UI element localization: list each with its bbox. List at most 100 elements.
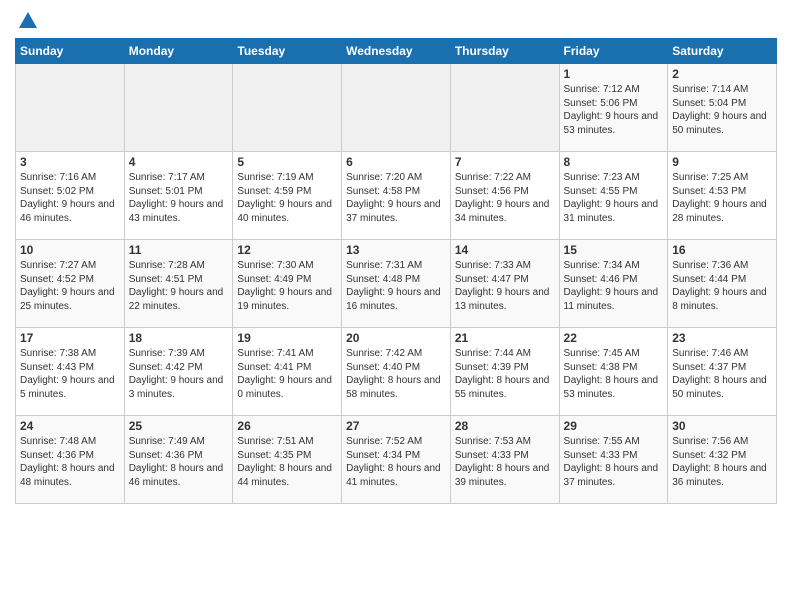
calendar-cell: 25Sunrise: 7:49 AM Sunset: 4:36 PM Dayli… bbox=[124, 416, 233, 504]
page: SundayMondayTuesdayWednesdayThursdayFrid… bbox=[0, 0, 792, 612]
calendar: SundayMondayTuesdayWednesdayThursdayFrid… bbox=[15, 38, 777, 504]
calendar-cell: 4Sunrise: 7:17 AM Sunset: 5:01 PM Daylig… bbox=[124, 152, 233, 240]
day-number: 2 bbox=[672, 67, 772, 81]
logo-icon bbox=[17, 10, 39, 32]
day-info: Sunrise: 7:36 AM Sunset: 4:44 PM Dayligh… bbox=[672, 259, 772, 313]
day-number: 13 bbox=[346, 243, 446, 257]
day-number: 30 bbox=[672, 419, 772, 433]
day-info: Sunrise: 7:56 AM Sunset: 4:32 PM Dayligh… bbox=[672, 435, 772, 489]
day-number: 23 bbox=[672, 331, 772, 345]
day-info: Sunrise: 7:14 AM Sunset: 5:04 PM Dayligh… bbox=[672, 83, 772, 137]
calendar-cell: 1 Sunrise: 7:12 AM Sunset: 5:06 PM Daylig… bbox=[559, 64, 668, 152]
day-info: Sunrise: 7:19 AM Sunset: 4:59 PM Dayligh… bbox=[237, 171, 337, 225]
day-number: 1 bbox=[564, 67, 664, 81]
calendar-cell: 14 Sunrise: 7:33 AM Sunset: 4:47 PM Dayli… bbox=[450, 240, 559, 328]
calendar-cell: 22 Sunrise: 7:45 AM Sunset: 4:38 PM Dayli… bbox=[559, 328, 668, 416]
calendar-cell bbox=[233, 64, 342, 152]
day-info: Sunrise: 7:30 AM Sunset: 4:49 PM Dayligh… bbox=[237, 259, 337, 313]
calendar-cell: 3 Sunrise: 7:16 AM Sunset: 5:02 PM Daylig… bbox=[16, 152, 125, 240]
day-number: 24 bbox=[20, 419, 120, 433]
day-info: Sunrise: 7:33 AM Sunset: 4:47 PM Dayligh… bbox=[455, 259, 555, 313]
logo bbox=[15, 10, 39, 32]
day-info: Sunrise: 7:12 AM Sunset: 5:06 PM Dayligh… bbox=[564, 83, 664, 137]
day-info: Sunrise: 7:45 AM Sunset: 4:38 PM Dayligh… bbox=[564, 347, 664, 401]
calendar-cell: 30 Sunrise: 7:56 AM Sunset: 4:32 PM Dayli… bbox=[668, 416, 777, 504]
day-number: 22 bbox=[564, 331, 664, 345]
weekday-header: Thursday bbox=[450, 39, 559, 64]
calendar-body: 1 Sunrise: 7:12 AM Sunset: 5:06 PM Daylig… bbox=[16, 64, 777, 504]
day-number: 19 bbox=[237, 331, 337, 345]
calendar-cell: 29 Sunrise: 7:55 AM Sunset: 4:33 PM Dayli… bbox=[559, 416, 668, 504]
calendar-week-row: 10 Sunrise: 7:27 AM Sunset: 4:52 PM Dayli… bbox=[16, 240, 777, 328]
day-info: Sunrise: 7:34 AM Sunset: 4:46 PM Dayligh… bbox=[564, 259, 664, 313]
day-number: 28 bbox=[455, 419, 555, 433]
day-info: Sunrise: 7:55 AM Sunset: 4:33 PM Dayligh… bbox=[564, 435, 664, 489]
day-info: Sunrise: 7:31 AM Sunset: 4:48 PM Dayligh… bbox=[346, 259, 446, 313]
calendar-cell: 5 Sunrise: 7:19 AM Sunset: 4:59 PM Daylig… bbox=[233, 152, 342, 240]
day-info: Sunrise: 7:20 AM Sunset: 4:58 PM Dayligh… bbox=[346, 171, 446, 225]
day-number: 10 bbox=[20, 243, 120, 257]
day-info: Sunrise: 7:52 AM Sunset: 4:34 PM Dayligh… bbox=[346, 435, 446, 489]
day-info: Sunrise: 7:46 AM Sunset: 4:37 PM Dayligh… bbox=[672, 347, 772, 401]
calendar-cell: 28 Sunrise: 7:53 AM Sunset: 4:33 PM Dayli… bbox=[450, 416, 559, 504]
day-info: Sunrise: 7:16 AM Sunset: 5:02 PM Dayligh… bbox=[20, 171, 120, 225]
day-number: 21 bbox=[455, 331, 555, 345]
calendar-cell: 2 Sunrise: 7:14 AM Sunset: 5:04 PM Daylig… bbox=[668, 64, 777, 152]
day-number: 26 bbox=[237, 419, 337, 433]
calendar-cell: 21 Sunrise: 7:44 AM Sunset: 4:39 PM Dayli… bbox=[450, 328, 559, 416]
calendar-cell: 17 Sunrise: 7:38 AM Sunset: 4:43 PM Dayli… bbox=[16, 328, 125, 416]
calendar-cell: 20 Sunrise: 7:42 AM Sunset: 4:40 PM Dayli… bbox=[342, 328, 451, 416]
weekday-header: Saturday bbox=[668, 39, 777, 64]
day-info: Sunrise: 7:39 AM Sunset: 4:42 PM Dayligh… bbox=[129, 347, 229, 401]
calendar-header-row: SundayMondayTuesdayWednesdayThursdayFrid… bbox=[16, 39, 777, 64]
day-number: 15 bbox=[564, 243, 664, 257]
calendar-week-row: 3 Sunrise: 7:16 AM Sunset: 5:02 PM Daylig… bbox=[16, 152, 777, 240]
day-number: 25 bbox=[129, 419, 229, 433]
calendar-cell: 26 Sunrise: 7:51 AM Sunset: 4:35 PM Dayli… bbox=[233, 416, 342, 504]
weekday-header: Tuesday bbox=[233, 39, 342, 64]
day-info: Sunrise: 7:48 AM Sunset: 4:36 PM Dayligh… bbox=[20, 435, 120, 489]
weekday-header: Friday bbox=[559, 39, 668, 64]
day-info: Sunrise: 7:17 AM Sunset: 5:01 PM Dayligh… bbox=[129, 171, 229, 225]
calendar-cell: 13 Sunrise: 7:31 AM Sunset: 4:48 PM Dayli… bbox=[342, 240, 451, 328]
calendar-cell: 18 Sunrise: 7:39 AM Sunset: 4:42 PM Dayli… bbox=[124, 328, 233, 416]
day-number: 16 bbox=[672, 243, 772, 257]
day-number: 11 bbox=[129, 243, 229, 257]
calendar-cell bbox=[16, 64, 125, 152]
day-number: 8 bbox=[564, 155, 664, 169]
calendar-cell bbox=[342, 64, 451, 152]
day-number: 17 bbox=[20, 331, 120, 345]
day-number: 18 bbox=[129, 331, 229, 345]
weekday-header: Wednesday bbox=[342, 39, 451, 64]
day-number: 29 bbox=[564, 419, 664, 433]
calendar-cell: 7 Sunrise: 7:22 AM Sunset: 4:56 PM Daylig… bbox=[450, 152, 559, 240]
day-info: Sunrise: 7:25 AM Sunset: 4:53 PM Dayligh… bbox=[672, 171, 772, 225]
day-info: Sunrise: 7:51 AM Sunset: 4:35 PM Dayligh… bbox=[237, 435, 337, 489]
day-number: 3 bbox=[20, 155, 120, 169]
day-number: 20 bbox=[346, 331, 446, 345]
day-number: 7 bbox=[455, 155, 555, 169]
day-info: Sunrise: 7:22 AM Sunset: 4:56 PM Dayligh… bbox=[455, 171, 555, 225]
calendar-cell: 27Sunrise: 7:52 AM Sunset: 4:34 PM Dayli… bbox=[342, 416, 451, 504]
calendar-cell: 10 Sunrise: 7:27 AM Sunset: 4:52 PM Dayli… bbox=[16, 240, 125, 328]
calendar-week-row: 24 Sunrise: 7:48 AM Sunset: 4:36 PM Dayli… bbox=[16, 416, 777, 504]
day-info: Sunrise: 7:44 AM Sunset: 4:39 PM Dayligh… bbox=[455, 347, 555, 401]
calendar-week-row: 1 Sunrise: 7:12 AM Sunset: 5:06 PM Daylig… bbox=[16, 64, 777, 152]
calendar-cell: 9 Sunrise: 7:25 AM Sunset: 4:53 PM Daylig… bbox=[668, 152, 777, 240]
day-number: 5 bbox=[237, 155, 337, 169]
day-number: 14 bbox=[455, 243, 555, 257]
day-info: Sunrise: 7:23 AM Sunset: 4:55 PM Dayligh… bbox=[564, 171, 664, 225]
calendar-cell: 11Sunrise: 7:28 AM Sunset: 4:51 PM Dayli… bbox=[124, 240, 233, 328]
day-info: Sunrise: 7:27 AM Sunset: 4:52 PM Dayligh… bbox=[20, 259, 120, 313]
calendar-cell: 23 Sunrise: 7:46 AM Sunset: 4:37 PM Dayli… bbox=[668, 328, 777, 416]
day-info: Sunrise: 7:41 AM Sunset: 4:41 PM Dayligh… bbox=[237, 347, 337, 401]
calendar-cell bbox=[124, 64, 233, 152]
day-info: Sunrise: 7:42 AM Sunset: 4:40 PM Dayligh… bbox=[346, 347, 446, 401]
day-number: 9 bbox=[672, 155, 772, 169]
calendar-cell bbox=[450, 64, 559, 152]
calendar-week-row: 17 Sunrise: 7:38 AM Sunset: 4:43 PM Dayli… bbox=[16, 328, 777, 416]
weekday-header: Monday bbox=[124, 39, 233, 64]
day-info: Sunrise: 7:53 AM Sunset: 4:33 PM Dayligh… bbox=[455, 435, 555, 489]
day-info: Sunrise: 7:38 AM Sunset: 4:43 PM Dayligh… bbox=[20, 347, 120, 401]
calendar-cell: 16 Sunrise: 7:36 AM Sunset: 4:44 PM Dayli… bbox=[668, 240, 777, 328]
